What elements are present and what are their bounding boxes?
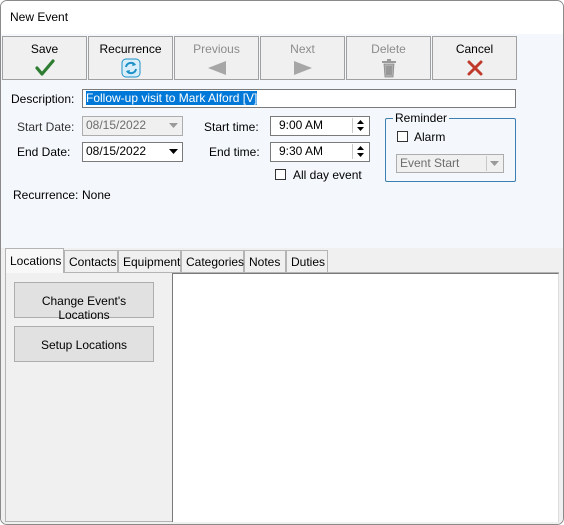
- end-time-label: End time:: [209, 145, 260, 159]
- spin-down-icon[interactable]: [353, 151, 368, 158]
- next-label: Next: [290, 42, 315, 56]
- window-title: New Event: [10, 10, 69, 24]
- start-time-value: 9:00 AM: [279, 118, 324, 132]
- change-locations-button[interactable]: Change Event's Locations: [14, 282, 154, 322]
- chevron-down-icon[interactable]: [166, 118, 181, 133]
- recurrence-button[interactable]: Recurrence: [88, 36, 173, 80]
- chevron-down-icon[interactable]: [486, 156, 502, 171]
- previous-label: Previous: [193, 42, 240, 56]
- close-icon: [433, 58, 516, 78]
- end-date-label: End Date:: [17, 145, 71, 159]
- chevron-down-icon[interactable]: [166, 144, 181, 159]
- end-date-picker[interactable]: 08/15/2022: [82, 142, 183, 162]
- locations-list[interactable]: [172, 273, 559, 522]
- new-event-window: New Event Save Recurrence Previous Next …: [0, 0, 564, 525]
- delete-button[interactable]: Delete: [346, 36, 431, 80]
- all-day-checkbox[interactable]: [275, 169, 286, 180]
- reminder-title: Reminder: [393, 111, 450, 125]
- setup-locations-label: Setup Locations: [40, 338, 128, 352]
- delete-label: Delete: [371, 42, 406, 56]
- spin-up-icon[interactable]: [353, 144, 368, 151]
- time-spinner[interactable]: [352, 118, 368, 133]
- tab-equipment-label: Equipment: [123, 255, 181, 269]
- description-label: Description:: [11, 92, 75, 106]
- tab-locations-label: Locations: [10, 254, 62, 268]
- all-day-label: All day event: [293, 168, 362, 182]
- end-time-spinner[interactable]: 9:30 AM: [270, 142, 370, 162]
- start-date-label: Start Date:: [17, 120, 75, 134]
- title-bar: New Event: [1, 1, 563, 34]
- tab-duties-label: Duties: [291, 255, 326, 269]
- start-date-picker[interactable]: 08/15/2022: [82, 116, 183, 136]
- toolbar: Save Recurrence Previous Next Delete Can…: [2, 36, 518, 80]
- reminder-group: Reminder Alarm Event Start: [385, 111, 516, 182]
- arrow-right-icon: [261, 58, 344, 78]
- cancel-label: Cancel: [455, 42, 494, 56]
- refresh-icon: [89, 58, 172, 78]
- end-time-value: 9:30 AM: [279, 144, 324, 158]
- locations-panel: Change Event's Locations Setup Locations: [5, 272, 559, 522]
- reminder-timing-value: Event Start: [400, 156, 460, 170]
- start-date-value: 08/15/2022: [86, 118, 147, 132]
- reminder-timing-select[interactable]: Event Start: [396, 154, 504, 173]
- spin-down-icon[interactable]: [353, 125, 368, 132]
- save-label: Save: [30, 42, 59, 56]
- description-input[interactable]: Follow-up visit to Mark Alford [V]: [82, 89, 516, 108]
- tab-duties[interactable]: Duties: [286, 250, 328, 272]
- tab-locations[interactable]: Locations: [5, 248, 64, 273]
- change-locations-label: Change Event's Locations: [41, 294, 127, 322]
- trash-icon: [347, 58, 430, 78]
- end-date-value: 08/15/2022: [86, 144, 147, 158]
- checkmark-icon: [3, 58, 86, 78]
- start-time-label: Start time:: [204, 120, 259, 134]
- detail-tabs: Locations Contacts Equipment Categories …: [1, 248, 563, 524]
- description-value: Follow-up visit to Mark Alford [V]: [86, 91, 258, 105]
- tab-notes[interactable]: Notes: [244, 250, 286, 272]
- next-button[interactable]: Next: [260, 36, 345, 80]
- save-button[interactable]: Save: [2, 36, 87, 80]
- setup-locations-button[interactable]: Setup Locations: [14, 326, 154, 362]
- event-form: Save Recurrence Previous Next Delete Can…: [1, 34, 563, 248]
- alarm-checkbox[interactable]: [397, 131, 408, 142]
- start-time-spinner[interactable]: 9:00 AM: [270, 116, 370, 136]
- spin-up-icon[interactable]: [353, 118, 368, 125]
- arrow-left-icon: [175, 58, 258, 78]
- tab-notes-label: Notes: [249, 255, 281, 269]
- cancel-button[interactable]: Cancel: [432, 36, 517, 80]
- time-spinner[interactable]: [352, 144, 368, 159]
- recurrence-label: Recurrence: [99, 42, 162, 56]
- tab-categories[interactable]: Categories: [181, 250, 244, 272]
- tab-categories-label: Categories: [186, 255, 245, 269]
- recurrence-summary-label: Recurrence:: [13, 188, 79, 202]
- recurrence-summary-value: None: [82, 188, 111, 202]
- alarm-label: Alarm: [414, 130, 446, 144]
- tab-contacts[interactable]: Contacts: [64, 250, 118, 272]
- tab-contacts-label: Contacts: [69, 255, 117, 269]
- tab-equipment[interactable]: Equipment: [118, 250, 181, 272]
- previous-button[interactable]: Previous: [174, 36, 259, 80]
